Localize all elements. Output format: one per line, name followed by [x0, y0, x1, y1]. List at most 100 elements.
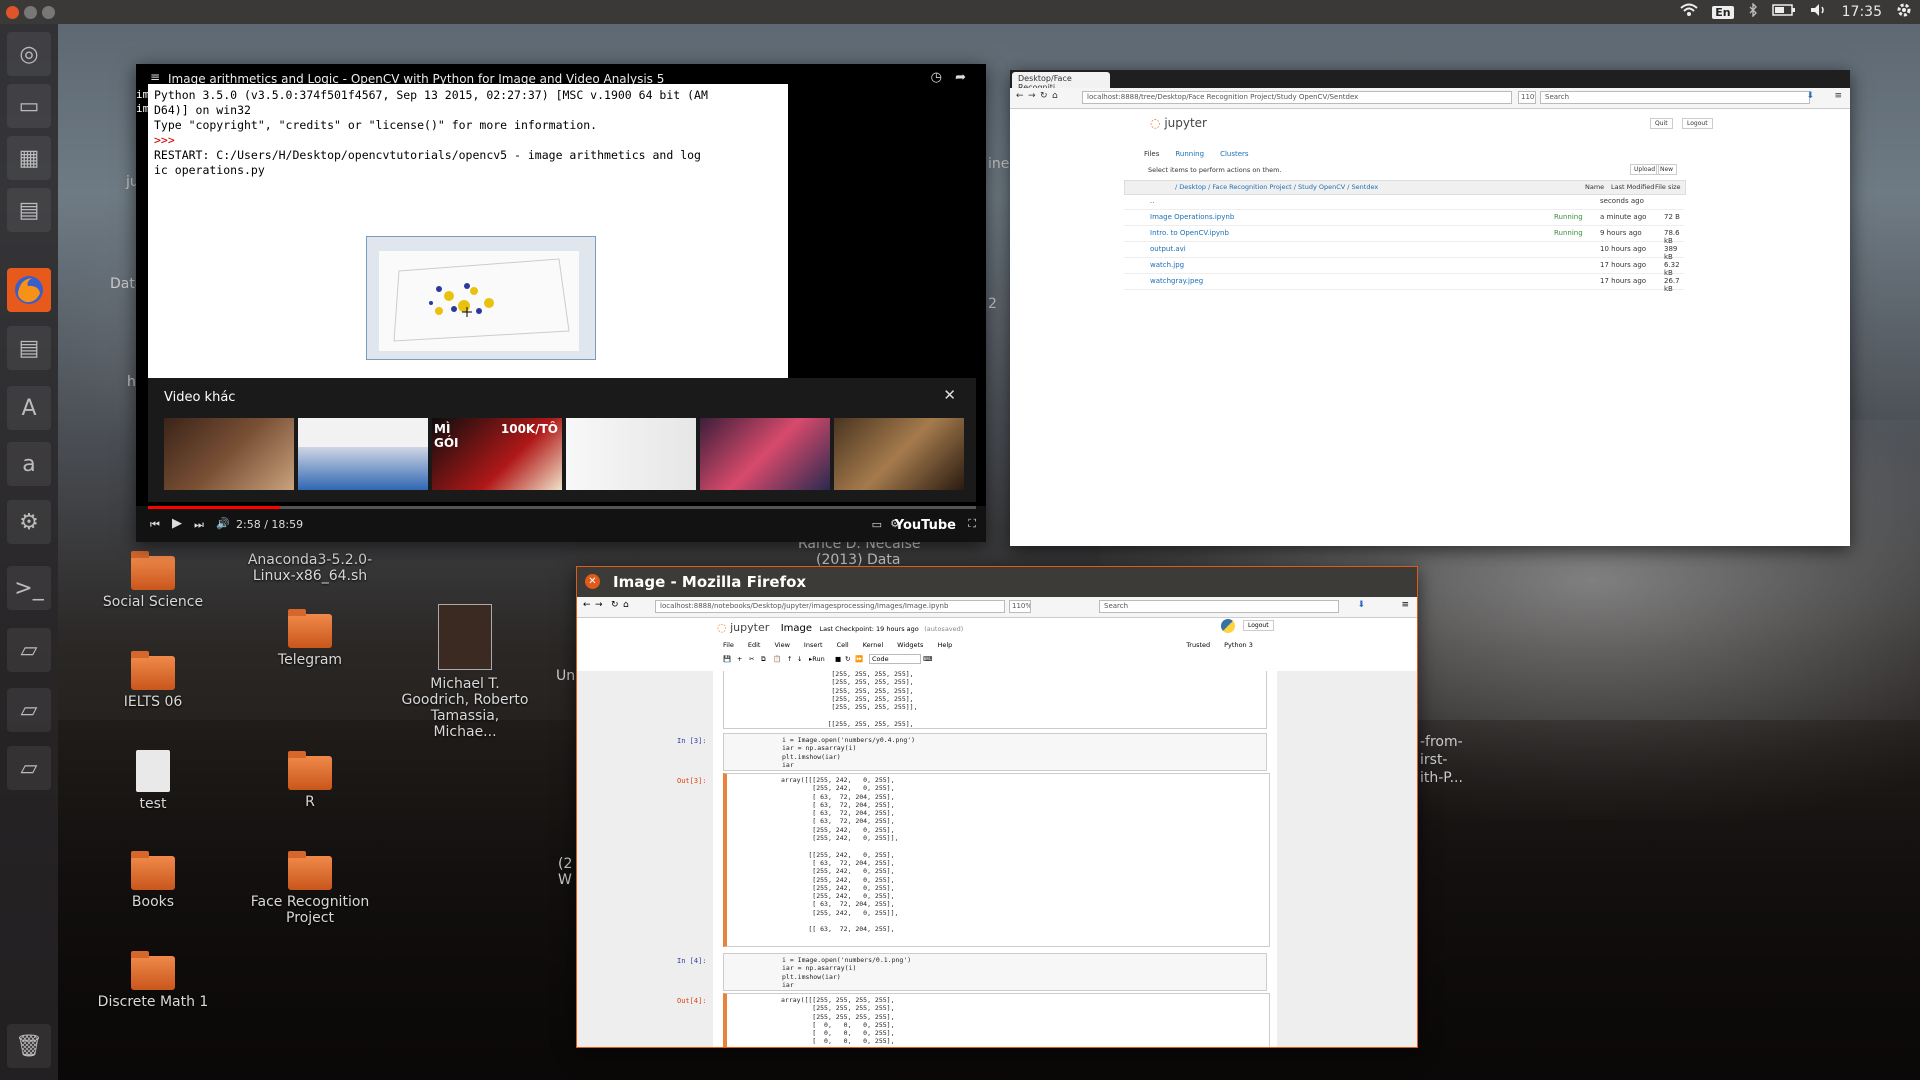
- close-icon[interactable]: ✕: [585, 574, 600, 589]
- desktop-file[interactable]: test: [88, 750, 218, 812]
- list-item[interactable]: Image Operations.ipynb Running a minute …: [1124, 210, 1684, 226]
- browser-tab[interactable]: Desktop/Face Recogniti...: [1012, 72, 1110, 92]
- sort-name[interactable]: Name: [1585, 183, 1604, 191]
- output-cell[interactable]: array([[[255, 255, 255, 255], [255, 255,…: [723, 993, 1270, 1047]
- previous-icon[interactable]: ⏮: [150, 518, 160, 532]
- url-input[interactable]: localhost:8888/notebooks/Desktop/Jupyter…: [655, 600, 1005, 613]
- subtitles-icon[interactable]: ▭: [872, 518, 882, 531]
- list-item[interactable]: watchgray.jpeg 17 hours ago 26.7 kB: [1124, 274, 1684, 293]
- restart-run-icon[interactable]: ⏩: [855, 655, 863, 663]
- desktop-folder[interactable]: Telegram: [245, 609, 375, 668]
- run-button[interactable]: ▸Run: [809, 655, 825, 663]
- list-item[interactable]: .. seconds ago: [1124, 194, 1684, 210]
- desktop-folder[interactable]: Discrete Math 1: [88, 951, 218, 1010]
- keyboard-layout[interactable]: En: [1712, 5, 1734, 19]
- files-icon[interactable]: ▭: [7, 84, 51, 128]
- volume-icon[interactable]: [1810, 3, 1828, 21]
- software-center-icon[interactable]: A: [7, 386, 51, 430]
- new-button[interactable]: New: [1656, 164, 1678, 175]
- save-icon[interactable]: 💾: [723, 655, 731, 663]
- trash-icon[interactable]: 🗑: [7, 1024, 51, 1068]
- zoom-level[interactable]: 110%: [1009, 600, 1031, 613]
- battery-icon[interactable]: [1771, 4, 1796, 20]
- menu-kernel[interactable]: Kernel: [863, 641, 883, 649]
- watch-later-icon[interactable]: ◷: [931, 70, 942, 85]
- logout-button[interactable]: Logout: [1243, 620, 1274, 631]
- dash-icon[interactable]: ◎: [7, 32, 51, 76]
- home-icon[interactable]: ⌂: [623, 600, 629, 610]
- desktop-folder[interactable]: Books: [88, 851, 218, 910]
- presentation-icon[interactable]: ▤: [7, 188, 51, 232]
- menu-view[interactable]: View: [774, 641, 789, 649]
- video-thumbnail[interactable]: [700, 418, 830, 490]
- back-icon[interactable]: ←: [583, 600, 591, 610]
- menu-icon[interactable]: ≡: [1401, 600, 1409, 610]
- add-cell-icon[interactable]: +: [737, 655, 742, 663]
- video-thumbnail[interactable]: [298, 418, 428, 490]
- trusted-badge[interactable]: Trusted: [1186, 641, 1210, 649]
- share-icon[interactable]: ➦: [955, 70, 966, 85]
- output-cell[interactable]: [255, 255, 255, 255], [255, 255, 255, 25…: [723, 671, 1267, 729]
- copy-icon[interactable]: ⧉: [761, 655, 766, 664]
- search-input[interactable]: Search: [1540, 91, 1810, 104]
- logout-button[interactable]: Logout: [1682, 118, 1713, 129]
- desktop-file[interactable]: Anaconda3-5.2.0-Linux-x86_64.sh: [245, 552, 375, 584]
- url-input[interactable]: localhost:8888/tree/Desktop/Face Recogni…: [1082, 91, 1512, 104]
- sort-size[interactable]: File size: [1655, 183, 1681, 191]
- paste-icon[interactable]: 📋: [773, 655, 781, 663]
- drive-icon[interactable]: ▱: [7, 746, 51, 790]
- tab-files[interactable]: Files: [1144, 150, 1159, 158]
- cut-icon[interactable]: ✂: [749, 655, 754, 663]
- output-cell[interactable]: array([[[255, 242, 0, 255], [255, 242, 0…: [723, 773, 1270, 947]
- list-item[interactable]: output.avi 10 hours ago 389 kB: [1124, 242, 1684, 261]
- zoom-level[interactable]: 110%: [1518, 91, 1536, 104]
- play-icon[interactable]: ▶: [172, 516, 182, 531]
- video-thumbnail[interactable]: [834, 418, 964, 490]
- notebook-name[interactable]: Image: [781, 623, 812, 634]
- menu-icon[interactable]: ≡: [150, 70, 160, 84]
- upload-button[interactable]: Upload: [1630, 164, 1660, 175]
- move-down-icon[interactable]: ↓: [797, 655, 802, 663]
- reload-icon[interactable]: ↻: [1040, 91, 1048, 101]
- menu-icon[interactable]: ≡: [1834, 91, 1842, 101]
- youtube-logo[interactable]: YouTube: [895, 518, 956, 533]
- drive-icon[interactable]: ▱: [7, 628, 51, 672]
- forward-icon[interactable]: →: [1028, 91, 1036, 101]
- minimize-icon[interactable]: [24, 5, 37, 19]
- video-progress-bar[interactable]: [148, 506, 976, 509]
- list-item[interactable]: watch.jpg 17 hours ago 6.32 kB: [1124, 258, 1684, 277]
- menu-edit[interactable]: Edit: [748, 641, 761, 649]
- settings-gear-icon[interactable]: [1896, 2, 1912, 22]
- close-icon[interactable]: ✕: [943, 386, 956, 404]
- desktop-folder[interactable]: R: [245, 751, 375, 810]
- video-thumbnail[interactable]: [164, 418, 294, 490]
- search-input[interactable]: Search: [1099, 600, 1339, 613]
- menu-file[interactable]: File: [723, 641, 734, 649]
- restart-icon[interactable]: ↻: [845, 655, 850, 663]
- menu-widgets[interactable]: Widgets: [897, 641, 923, 649]
- quit-button[interactable]: Quit: [1650, 118, 1673, 129]
- next-icon[interactable]: ⏭: [194, 518, 204, 532]
- forward-icon[interactable]: →: [595, 600, 603, 610]
- document-icon[interactable]: ▤: [7, 326, 51, 370]
- fullscreen-icon[interactable]: ⛶: [968, 517, 976, 531]
- clock[interactable]: 17:35: [1842, 4, 1882, 20]
- cell-type-select[interactable]: Code: [869, 654, 921, 664]
- download-icon[interactable]: ⬇: [1806, 91, 1814, 101]
- download-icon[interactable]: ⬇: [1357, 600, 1365, 610]
- menu-insert[interactable]: Insert: [804, 641, 823, 649]
- video-thumbnail[interactable]: [566, 418, 696, 490]
- desktop-folder[interactable]: Face Recognition Project: [245, 851, 375, 926]
- wifi-icon[interactable]: [1680, 3, 1698, 21]
- amazon-icon[interactable]: a: [7, 442, 51, 486]
- tab-clusters[interactable]: Clusters: [1220, 150, 1249, 158]
- reload-icon[interactable]: ↻: [611, 600, 619, 610]
- jupyter-logo[interactable]: jupyter: [730, 621, 769, 634]
- back-icon[interactable]: ←: [1016, 91, 1024, 101]
- youtube-video-window[interactable]: Image arithmetics and Logic - OpenCV wit…: [136, 64, 986, 542]
- menu-cell[interactable]: Cell: [837, 641, 849, 649]
- code-cell[interactable]: i = Image.open('numbers/y0.4.png') iar =…: [723, 733, 1267, 771]
- move-up-icon[interactable]: ↑: [787, 655, 792, 663]
- list-item[interactable]: Intro. to OpenCV.ipynb Running 9 hours a…: [1124, 226, 1684, 245]
- desktop-folder[interactable]: Social Science: [88, 551, 218, 610]
